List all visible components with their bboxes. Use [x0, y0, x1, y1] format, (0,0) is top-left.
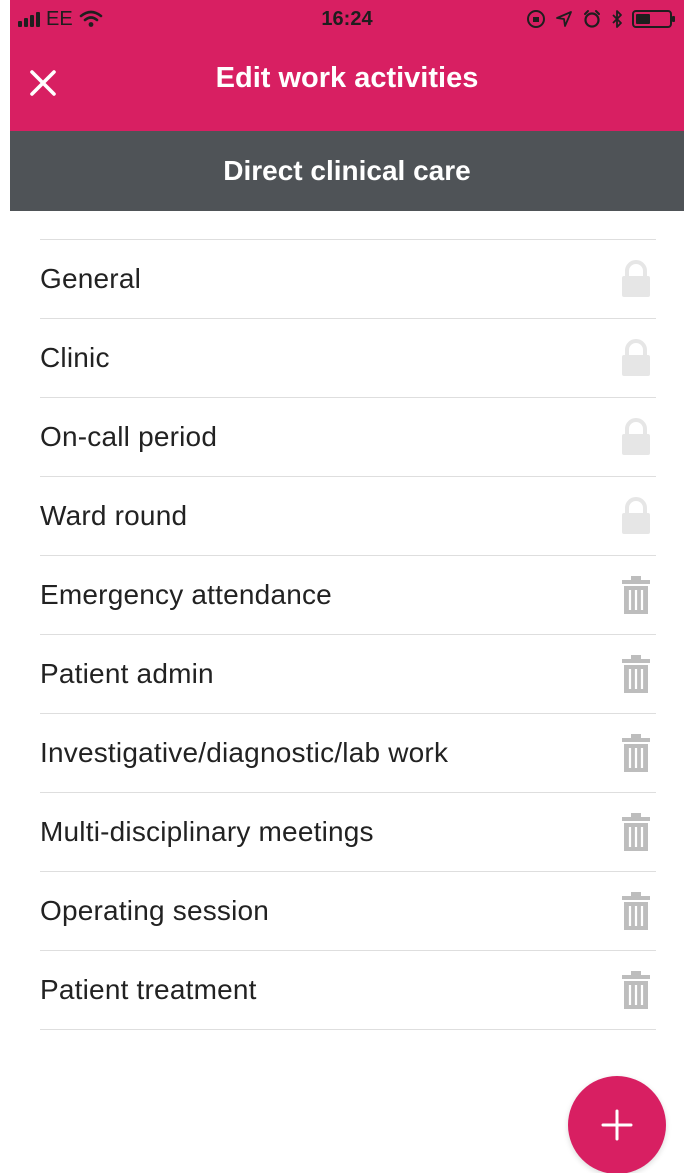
trash-icon[interactable] [616, 891, 656, 931]
activity-label: Investigative/diagnostic/lab work [40, 737, 449, 768]
activity-row[interactable]: Ward round [40, 477, 656, 556]
lock-icon [616, 496, 656, 536]
phone-screen: EE 16:24 Edit work activities Direct cli… [0, 0, 684, 1173]
activity-row[interactable]: On-call period [40, 398, 656, 477]
activity-row[interactable]: General [40, 240, 656, 319]
add-activity-button[interactable] [568, 1076, 666, 1173]
trash-icon[interactable] [616, 970, 656, 1010]
activity-label: Operating session [40, 895, 270, 926]
battery-level-fill [636, 14, 650, 24]
lock-icon [616, 417, 656, 457]
activity-row[interactable]: Patient treatment [40, 951, 656, 1030]
orientation-lock-icon [527, 10, 545, 28]
status-bar: EE 16:24 [10, 0, 684, 38]
activity-row[interactable]: Patient admin [40, 635, 656, 714]
activity-list: General Clinic On-call period Ward round Eme… [40, 239, 656, 1030]
battery-icon [632, 10, 675, 28]
activity-row[interactable]: Clinic [40, 319, 656, 398]
trash-icon[interactable] [616, 812, 656, 852]
location-arrow-icon [556, 11, 572, 27]
lock-icon [616, 259, 656, 299]
activity-row[interactable]: Investigative/diagnostic/lab work [40, 714, 656, 793]
status-right [526, 8, 675, 30]
alarm-clock-icon [584, 10, 600, 28]
section-title: Direct clinical care [223, 155, 471, 186]
section-header: Direct clinical care [10, 131, 684, 211]
activity-row[interactable]: Multi-disciplinary meetings [40, 793, 656, 872]
activity-label: Emergency attendance [40, 579, 332, 610]
activity-label: Patient admin [40, 658, 214, 689]
activity-label: Patient treatment [40, 974, 257, 1005]
activity-row[interactable]: Emergency attendance [40, 556, 656, 635]
activity-label: On-call period [40, 421, 218, 452]
app-header: EE 16:24 Edit work activities [10, 0, 684, 131]
activity-label: Ward round [40, 500, 188, 531]
lock-icon [616, 338, 656, 378]
trash-icon[interactable] [616, 575, 656, 615]
nav-bar: Edit work activities [10, 38, 684, 131]
page-title: Edit work activities [215, 62, 479, 94]
activity-row[interactable]: Operating session [40, 872, 656, 951]
trash-icon[interactable] [616, 733, 656, 773]
activity-label: General [40, 263, 142, 294]
activity-label: Multi-disciplinary meetings [40, 816, 374, 847]
plus-icon [601, 1109, 633, 1141]
trash-icon[interactable] [616, 654, 656, 694]
bluetooth-icon [612, 10, 622, 28]
activity-label: Clinic [40, 342, 110, 373]
